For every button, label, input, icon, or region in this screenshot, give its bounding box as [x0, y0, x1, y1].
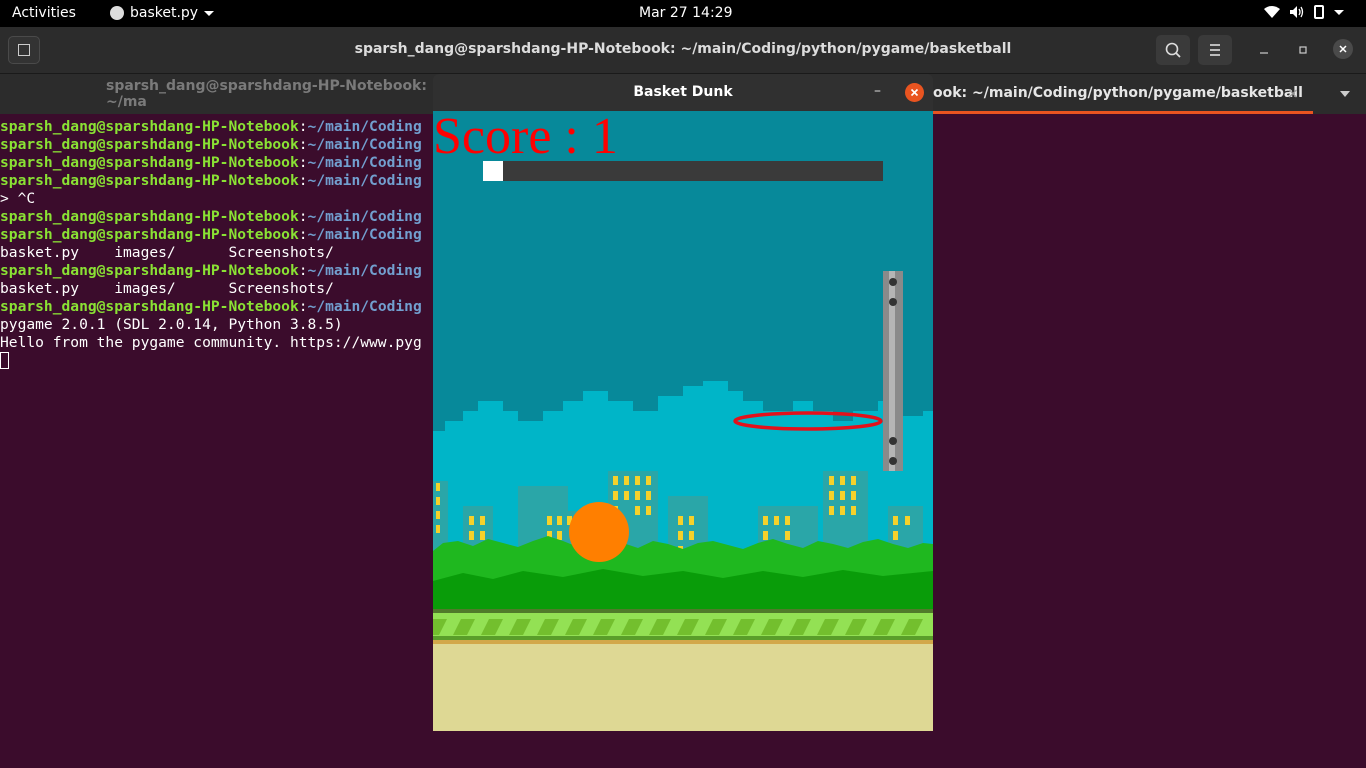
- prompt-path: ~/main/Coding: [307, 154, 422, 171]
- close-icon: [910, 88, 919, 97]
- wifi-icon: [1264, 6, 1280, 18]
- game-minimize-button[interactable]: –: [874, 83, 881, 99]
- volume-icon: [1290, 6, 1304, 18]
- prompt-user-host: sparsh_dang@sparshdang-HP-Notebook: [0, 154, 299, 171]
- prompt-separator: :: [298, 226, 308, 243]
- terminal-line: basket.py images/ Screenshots/: [0, 244, 432, 262]
- battery-icon: [1314, 5, 1324, 19]
- terminal-output[interactable]: sparsh_dang@sparshdang-HP-Notebook:~/mai…: [0, 118, 432, 370]
- system-tray[interactable]: [1264, 5, 1344, 19]
- ground-border: [433, 640, 933, 644]
- top-bar: Activities basket.py Mar 27 14:29: [0, 0, 1366, 27]
- maximize-button[interactable]: [1294, 41, 1312, 59]
- hamburger-icon: [1210, 44, 1220, 56]
- ground: [433, 644, 933, 731]
- prompt-separator: :: [298, 208, 308, 225]
- text-cursor: [0, 352, 9, 369]
- output-text: basket.py images/ Screenshots/: [0, 280, 334, 297]
- terminal-line: > ^C: [0, 190, 432, 208]
- bolt-icon: [889, 457, 897, 465]
- terminal-line: basket.py images/ Screenshots/: [0, 280, 432, 298]
- terminal-line: Hello from the pygame community. https:/…: [0, 334, 432, 352]
- close-icon: [1339, 45, 1347, 53]
- tab-terminal-1[interactable]: sparsh_dang@sparshdang-HP-Notebook: ~/ma: [0, 74, 432, 114]
- basketball[interactable]: [569, 502, 629, 562]
- app-menu[interactable]: basket.py: [110, 5, 215, 21]
- tab-label: sparsh_dang@sparshdang-HP-Notebook: ~/ma: [106, 78, 427, 110]
- game-window-title: Basket Dunk: [633, 84, 733, 100]
- prompt-path: ~/main/Coding: [307, 226, 422, 243]
- ground-edge: [433, 609, 933, 613]
- tab-terminal-2[interactable]: ook: ~/main/Coding/python/pygame/basketb…: [933, 74, 1313, 114]
- prompt-path: ~/main/Coding: [307, 298, 422, 315]
- bushes-shade: [433, 569, 933, 611]
- hamburger-menu-button[interactable]: [1198, 35, 1232, 65]
- terminal-line: pygame 2.0.1 (SDL 2.0.14, Python 3.8.5): [0, 316, 432, 334]
- prompt-separator: :: [298, 172, 308, 189]
- terminal-line: sparsh_dang@sparshdang-HP-Notebook:~/mai…: [0, 136, 432, 154]
- search-icon: [1165, 42, 1181, 58]
- prompt-separator: :: [298, 136, 308, 153]
- game-canvas[interactable]: Score : 1: [433, 111, 933, 731]
- terminal-line: sparsh_dang@sparshdang-HP-Notebook:~/mai…: [0, 226, 432, 244]
- minimize-button[interactable]: [1255, 41, 1273, 59]
- bolt-icon: [889, 437, 897, 445]
- game-scene: [433, 271, 933, 731]
- output-text: > ^C: [0, 190, 36, 207]
- restore-icon: [1299, 46, 1307, 54]
- game-close-button[interactable]: [905, 83, 924, 102]
- terminal-cursor-line: [0, 352, 432, 370]
- terminal-line: sparsh_dang@sparshdang-HP-Notebook:~/mai…: [0, 118, 432, 136]
- terminal-line: sparsh_dang@sparshdang-HP-Notebook:~/mai…: [0, 298, 432, 316]
- terminal-line: sparsh_dang@sparshdang-HP-Notebook:~/mai…: [0, 154, 432, 172]
- prompt-user-host: sparsh_dang@sparshdang-HP-Notebook: [0, 262, 299, 279]
- prompt-path: ~/main/Coding: [307, 136, 422, 153]
- terminal-line: sparsh_dang@sparshdang-HP-Notebook:~/mai…: [0, 208, 432, 226]
- power-meter-track: [483, 161, 883, 181]
- terminal-headerbar: sparsh_dang@sparshdang-HP-Notebook: ~/ma…: [0, 27, 1366, 74]
- chevron-down-icon: [204, 10, 215, 16]
- app-menu-label: basket.py: [130, 5, 199, 21]
- tabs-menu-chevron-icon[interactable]: [1340, 91, 1350, 97]
- chevron-down-icon: [1334, 9, 1344, 15]
- ground-stripe-shadow: [433, 636, 933, 640]
- prompt-user-host: sparsh_dang@sparshdang-HP-Notebook: [0, 208, 299, 225]
- output-text: Hello from the pygame community. https:/…: [0, 334, 422, 351]
- prompt-path: ~/main/Coding: [307, 262, 422, 279]
- bolt-icon: [889, 278, 897, 286]
- score-label: Score : 1: [433, 111, 618, 165]
- prompt-user-host: sparsh_dang@sparshdang-HP-Notebook: [0, 118, 299, 135]
- prompt-path: ~/main/Coding: [307, 172, 422, 189]
- app-gear-icon: [110, 6, 124, 20]
- prompt-user-host: sparsh_dang@sparshdang-HP-Notebook: [0, 136, 299, 153]
- terminal-line: sparsh_dang@sparshdang-HP-Notebook:~/mai…: [0, 262, 432, 280]
- prompt-user-host: sparsh_dang@sparshdang-HP-Notebook: [0, 298, 299, 315]
- game-titlebar[interactable]: Basket Dunk –: [433, 74, 933, 111]
- prompt-user-host: sparsh_dang@sparshdang-HP-Notebook: [0, 226, 299, 243]
- game-window: Basket Dunk – Score: 1: [433, 74, 933, 731]
- prompt-separator: :: [298, 298, 308, 315]
- output-text: pygame 2.0.1 (SDL 2.0.14, Python 3.8.5): [0, 316, 343, 333]
- clock[interactable]: Mar 27 14:29: [639, 5, 732, 21]
- prompt-user-host: sparsh_dang@sparshdang-HP-Notebook: [0, 172, 299, 189]
- minimize-icon: [1260, 52, 1268, 54]
- terminal-line: sparsh_dang@sparshdang-HP-Notebook:~/mai…: [0, 172, 432, 190]
- prompt-separator: :: [298, 154, 308, 171]
- prompt-separator: :: [298, 118, 308, 135]
- close-button[interactable]: [1333, 39, 1353, 59]
- search-button[interactable]: [1156, 35, 1190, 65]
- prompt-path: ~/main/Coding: [307, 208, 422, 225]
- activities-button[interactable]: Activities: [12, 5, 76, 21]
- bolt-icon: [889, 298, 897, 306]
- prompt-path: ~/main/Coding: [307, 118, 422, 135]
- tab-close-icon[interactable]: ×: [1287, 86, 1299, 102]
- output-text: basket.py images/ Screenshots/: [0, 244, 334, 261]
- tab-label: ook: ~/main/Coding/python/pygame/basketb…: [933, 84, 1303, 101]
- prompt-separator: :: [298, 262, 308, 279]
- power-meter-indicator[interactable]: [483, 161, 503, 181]
